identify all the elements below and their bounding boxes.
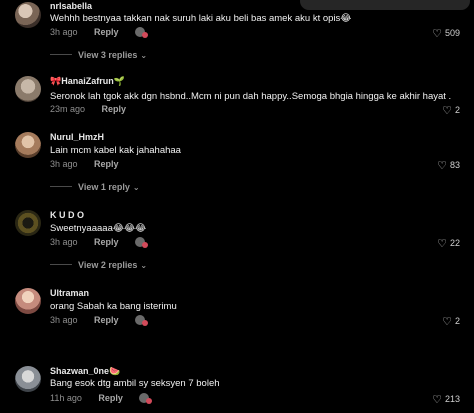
divider-line bbox=[50, 54, 72, 56]
like-count: 509 bbox=[444, 28, 460, 38]
comment-username[interactable]: Ultraman bbox=[50, 288, 89, 298]
reply-button[interactable]: Reply bbox=[102, 104, 127, 114]
comment-text: Lain mcm kabel kak jahahahaa bbox=[50, 145, 181, 156]
comment-username[interactable]: Shazwan_0ne🍉 bbox=[50, 366, 120, 377]
top-input-bar bbox=[300, 0, 470, 10]
comment-text: Wehhh bestnyaa takkan nak suruh laki aku… bbox=[50, 13, 352, 24]
like-count: 83 bbox=[449, 160, 460, 170]
reply-button[interactable]: Reply bbox=[94, 159, 119, 169]
comment-username[interactable]: 🎀HanaiZafrun🌱 bbox=[50, 76, 125, 87]
reply-button[interactable]: Reply bbox=[94, 315, 119, 325]
avatar[interactable] bbox=[15, 288, 41, 314]
chevron-down-icon: ⌄ bbox=[132, 183, 140, 192]
view-replies-button[interactable]: View 3 replies ⌄ bbox=[50, 50, 147, 60]
view-replies-button[interactable]: View 1 reply ⌄ bbox=[50, 182, 140, 192]
comment-text: Seronok lah tgok akk dgn hsbnd..Mcm ni p… bbox=[50, 91, 452, 102]
comment-text: orang Sabah ka bang isterimu bbox=[50, 301, 177, 312]
avatar[interactable] bbox=[15, 210, 41, 236]
heart-outline-icon: ♡ bbox=[432, 28, 442, 40]
like-count: 213 bbox=[444, 394, 460, 404]
comment-time: 3h ago bbox=[50, 315, 78, 325]
comment-meta: 3h ago Reply bbox=[50, 314, 149, 326]
heart-outline-icon: ♡ bbox=[437, 160, 447, 172]
like-button[interactable]: ♡ 2 bbox=[442, 103, 460, 117]
like-count: 22 bbox=[449, 238, 460, 248]
comment-time: 3h ago bbox=[50, 237, 78, 247]
avatar[interactable] bbox=[15, 366, 41, 392]
comment-meta: 3h ago Reply bbox=[50, 26, 149, 38]
comment-meta: 23m ago Reply bbox=[50, 104, 126, 114]
reaction-sticker-icon[interactable] bbox=[139, 392, 153, 404]
like-count: 2 bbox=[454, 105, 460, 115]
comment-username[interactable]: Nurul_HmzH bbox=[50, 132, 104, 142]
avatar[interactable] bbox=[15, 132, 41, 158]
heart-outline-icon: ♡ bbox=[432, 394, 442, 406]
comment-meta: 3h ago Reply bbox=[50, 236, 149, 248]
avatar[interactable] bbox=[15, 2, 41, 28]
reaction-sticker-icon[interactable] bbox=[135, 236, 149, 248]
chevron-down-icon: ⌄ bbox=[140, 51, 148, 60]
comment-meta: 3h ago Reply bbox=[50, 159, 119, 169]
heart-outline-icon: ♡ bbox=[442, 316, 452, 328]
comment-username[interactable]: nrlsabella bbox=[50, 1, 92, 11]
chevron-down-icon: ⌄ bbox=[140, 261, 148, 270]
like-button[interactable]: ♡ 2 bbox=[442, 314, 460, 328]
reply-button[interactable]: Reply bbox=[98, 393, 123, 403]
reaction-sticker-icon[interactable] bbox=[135, 314, 149, 326]
reaction-sticker-icon[interactable] bbox=[135, 26, 149, 38]
comment-time: 11h ago bbox=[50, 393, 82, 403]
divider-line bbox=[50, 186, 72, 188]
comment-username[interactable]: K U D O bbox=[50, 210, 84, 220]
like-button[interactable]: ♡ 213 bbox=[432, 392, 460, 406]
comment-meta: 11h ago Reply bbox=[50, 392, 153, 404]
comment-time: 23m ago bbox=[50, 104, 86, 114]
divider-line bbox=[50, 264, 72, 266]
comment-text: Sweetnyaaaaa😂😂😂 bbox=[50, 223, 147, 234]
view-replies-button[interactable]: View 2 replies ⌄ bbox=[50, 260, 147, 270]
comment-time: 3h ago bbox=[50, 159, 78, 169]
reply-button[interactable]: Reply bbox=[94, 27, 119, 37]
like-button[interactable]: ♡ 83 bbox=[437, 158, 460, 172]
comment-text: Bang esok dtg ambil sy seksyen 7 boleh bbox=[50, 378, 220, 389]
heart-outline-icon: ♡ bbox=[442, 105, 452, 117]
like-count: 2 bbox=[454, 316, 460, 326]
like-button[interactable]: ♡ 509 bbox=[432, 26, 460, 40]
avatar[interactable] bbox=[15, 76, 41, 102]
comment-time: 3h ago bbox=[50, 27, 78, 37]
heart-outline-icon: ♡ bbox=[437, 238, 447, 250]
like-button[interactable]: ♡ 22 bbox=[437, 236, 460, 250]
reply-button[interactable]: Reply bbox=[94, 237, 119, 247]
